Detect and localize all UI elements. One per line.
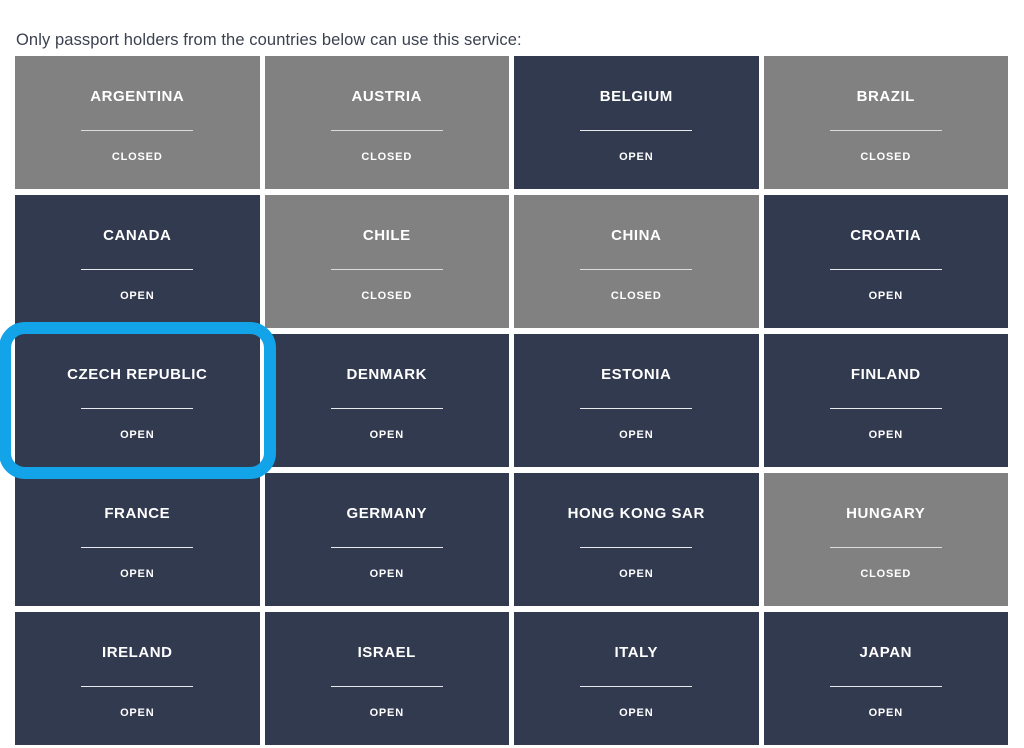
country-tile[interactable]: FRANCE OPEN: [15, 473, 260, 606]
country-tile-divider: [330, 269, 443, 270]
country-tile-status: OPEN: [868, 290, 903, 302]
country-tile-divider: [330, 547, 443, 548]
country-tile-status: CLOSED: [610, 290, 662, 302]
country-tile-status: OPEN: [369, 568, 404, 580]
country-tile[interactable]: AUSTRIA CLOSED: [264, 56, 509, 189]
country-tile-divider: [81, 686, 194, 687]
country-tile-name: AUSTRIA: [351, 88, 422, 105]
country-tile-name: JAPAN: [859, 644, 912, 661]
country-tile[interactable]: CANADA OPEN: [15, 195, 260, 328]
country-tile-divider: [829, 408, 942, 409]
country-tile-status: OPEN: [868, 707, 903, 719]
country-tile-name: GERMANY: [346, 505, 428, 522]
country-tile[interactable]: CHINA CLOSED: [514, 195, 759, 328]
country-tile-divider: [829, 686, 942, 687]
country-tile-status: OPEN: [369, 429, 404, 441]
country-tile[interactable]: IRELAND OPEN: [15, 612, 260, 745]
country-tile-name: ARGENTINA: [90, 88, 185, 105]
country-tile-status: OPEN: [120, 568, 155, 580]
country-tile[interactable]: ESTONIA OPEN: [514, 334, 759, 467]
country-tile[interactable]: ITALY OPEN: [514, 612, 759, 745]
country-tile-divider: [81, 408, 194, 409]
country-tile[interactable]: HONG KONG SAR OPEN: [514, 473, 759, 606]
country-tile-name: ITALY: [614, 644, 659, 661]
country-tile-status: OPEN: [120, 290, 155, 302]
country-tile-name: HONG KONG SAR: [567, 505, 705, 522]
country-tile[interactable]: ISRAEL OPEN: [264, 612, 509, 745]
country-tile-divider: [580, 547, 693, 548]
country-tile-divider: [580, 269, 693, 270]
country-tile-divider: [829, 130, 942, 131]
country-tile-status: OPEN: [868, 429, 903, 441]
country-tile-divider: [580, 130, 693, 131]
country-tile-name: CANADA: [103, 227, 172, 244]
country-tile-name: CROATIA: [850, 227, 922, 244]
intro-text: Only passport holders from the countries…: [16, 30, 522, 49]
country-tile[interactable]: BRAZIL CLOSED: [763, 56, 1008, 189]
country-tile[interactable]: DENMARK OPEN: [264, 334, 509, 467]
country-tile-name: CHILE: [362, 227, 411, 244]
country-tile-status: OPEN: [619, 568, 654, 580]
country-tile[interactable]: JAPAN OPEN: [763, 612, 1008, 745]
country-tile-name: ISRAEL: [357, 644, 416, 661]
country-tile-divider: [330, 686, 443, 687]
country-tile-status: CLOSED: [361, 290, 413, 302]
country-tile-name: IRELAND: [101, 644, 173, 661]
country-tile-status: OPEN: [369, 707, 404, 719]
country-tile-status: CLOSED: [111, 151, 163, 163]
country-tile[interactable]: BELGIUM OPEN: [514, 56, 759, 189]
country-tile-name: CZECH REPUBLIC: [67, 366, 208, 383]
country-tile[interactable]: GERMANY OPEN: [264, 473, 509, 606]
country-tile[interactable]: CHILE CLOSED: [264, 195, 509, 328]
country-tile[interactable]: FINLAND OPEN: [763, 334, 1008, 467]
country-tile-divider: [580, 686, 693, 687]
country-availability-page: Only passport holders from the countries…: [0, 0, 1024, 748]
country-tile-name: BELGIUM: [599, 88, 673, 105]
country-tile-status: OPEN: [619, 707, 654, 719]
country-tile-name: HUNGARY: [846, 505, 926, 522]
country-grid: ARGENTINA CLOSED AUSTRIA CLOSED BELGIUM OPEN B…: [0, 56, 1008, 745]
country-tile-name: FRANCE: [104, 505, 171, 522]
country-tile[interactable]: ARGENTINA CLOSED: [15, 56, 260, 189]
country-tile-name: FINLAND: [850, 366, 921, 383]
country-tile[interactable]: CZECH REPUBLIC OPEN: [0, 322, 275, 479]
country-tile-name: DENMARK: [346, 366, 427, 383]
country-tile[interactable]: CROATIA OPEN: [763, 195, 1008, 328]
country-tile-divider: [330, 130, 443, 131]
country-tile-status: CLOSED: [860, 151, 912, 163]
country-tile-status: OPEN: [120, 707, 155, 719]
country-tile-divider: [81, 130, 194, 131]
country-tile-divider: [829, 269, 942, 270]
country-tile-divider: [829, 547, 942, 548]
country-tile-name: CHINA: [611, 227, 662, 244]
country-tile-status: OPEN: [120, 429, 155, 441]
country-tile-status: OPEN: [619, 151, 654, 163]
country-tile[interactable]: HUNGARY CLOSED: [763, 473, 1008, 606]
country-tile-divider: [580, 408, 693, 409]
country-tile-name: ESTONIA: [601, 366, 672, 383]
country-tile-divider: [81, 547, 194, 548]
country-tile-name: BRAZIL: [856, 88, 915, 105]
country-tile-status: OPEN: [619, 429, 654, 441]
country-tile-status: CLOSED: [361, 151, 413, 163]
country-tile-divider: [81, 269, 194, 270]
country-tile-divider: [330, 408, 443, 409]
country-tile-status: CLOSED: [860, 568, 912, 580]
